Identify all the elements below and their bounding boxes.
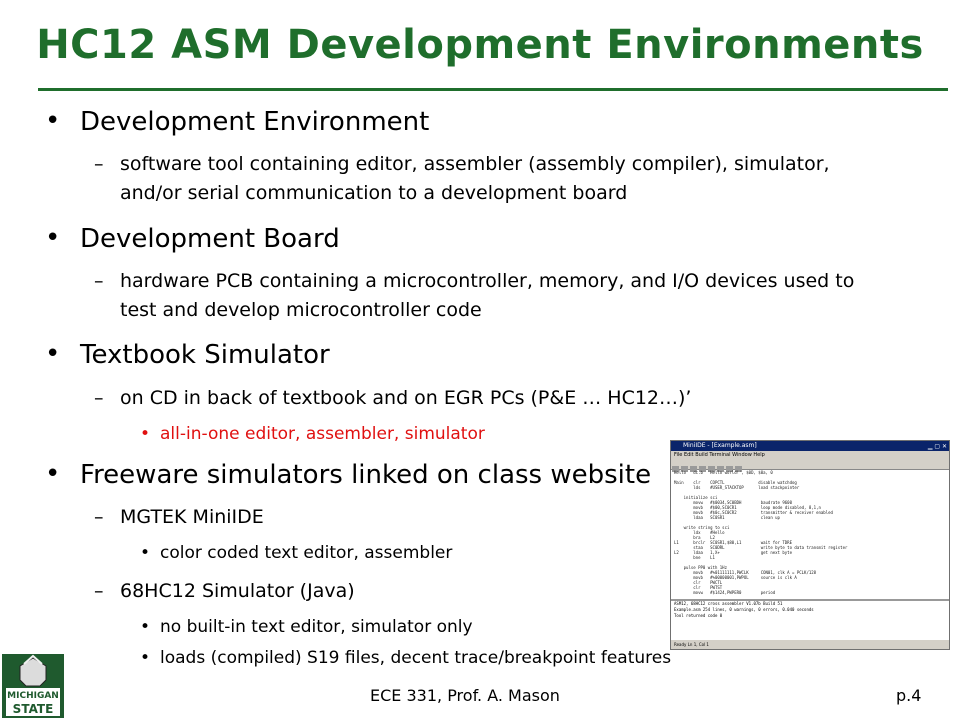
code-line: movw #$1424,PWPER0 period xyxy=(674,590,776,595)
subsubbullet-text: color coded text editor, assembler xyxy=(160,543,453,563)
bullet-marker: • xyxy=(45,459,61,489)
dash-marker: – xyxy=(94,153,104,175)
bullet-marker: • xyxy=(140,543,151,563)
bullet-text: Development Board xyxy=(80,224,340,254)
window-title: MiniIDE - [Example.asm] xyxy=(683,442,757,449)
bullet-text: Textbook Simulator xyxy=(80,340,330,370)
dash-marker: – xyxy=(94,580,104,602)
bullet-marker: • xyxy=(140,424,151,444)
window-controls-icon: ▁ ▢ ✕ xyxy=(927,443,947,450)
code-editor: Hello dc.b 'Hello world!', $0D, $0a, 0 M… xyxy=(671,470,949,595)
bullet-marker: • xyxy=(45,223,61,253)
dash-marker: – xyxy=(94,506,104,528)
footer-course: ECE 331, Prof. A. Mason xyxy=(370,686,560,705)
subbullet-text: software tool containing editor, assembl… xyxy=(120,153,830,204)
subsubbullet-text: no built-in text editor, simulator only xyxy=(160,617,473,637)
output-line: Tool returned code 0 xyxy=(674,613,723,618)
bullet-marker: • xyxy=(45,106,61,136)
status-bar: Ready Ln 1, Col 1 xyxy=(671,640,949,649)
logo-line-1: MICHIGAN xyxy=(7,691,59,701)
toolbar xyxy=(671,459,949,472)
subbullet-text: on CD in back of textbook and on EGR PCs… xyxy=(120,387,692,409)
bullet-marker: • xyxy=(45,339,61,369)
bullet-text: Freeware simulators linked on class webs… xyxy=(80,460,652,490)
subsubbullet-text: all-in-one editor, assembler, simulator xyxy=(160,424,485,444)
menu-bar: File Edit Build Terminal Window Help xyxy=(671,451,949,459)
bullet-marker: • xyxy=(140,617,151,637)
michigan-state-logo: MICHIGAN STATE xyxy=(2,654,64,718)
dash-marker: – xyxy=(94,387,104,409)
footer-page-number: p.4 xyxy=(896,686,922,705)
subsubbullet-text: loads (compiled) S19 files, decent trace… xyxy=(160,648,672,668)
window-titlebar: MiniIDE - [Example.asm] ▁ ▢ ✕ xyxy=(671,441,949,451)
logo-line-2: STATE xyxy=(13,702,54,716)
bullet-text: Development Environment xyxy=(80,107,430,137)
miniide-screenshot: MiniIDE - [Example.asm] ▁ ▢ ✕ File Edit … xyxy=(670,440,950,650)
dash-marker: – xyxy=(94,270,104,292)
output-pane: ASM12, 68HC12 cross assembler V1.07b Bui… xyxy=(671,599,949,639)
bullet-marker: • xyxy=(140,648,151,668)
subbullet-text: hardware PCB containing a microcontrolle… xyxy=(120,270,855,321)
